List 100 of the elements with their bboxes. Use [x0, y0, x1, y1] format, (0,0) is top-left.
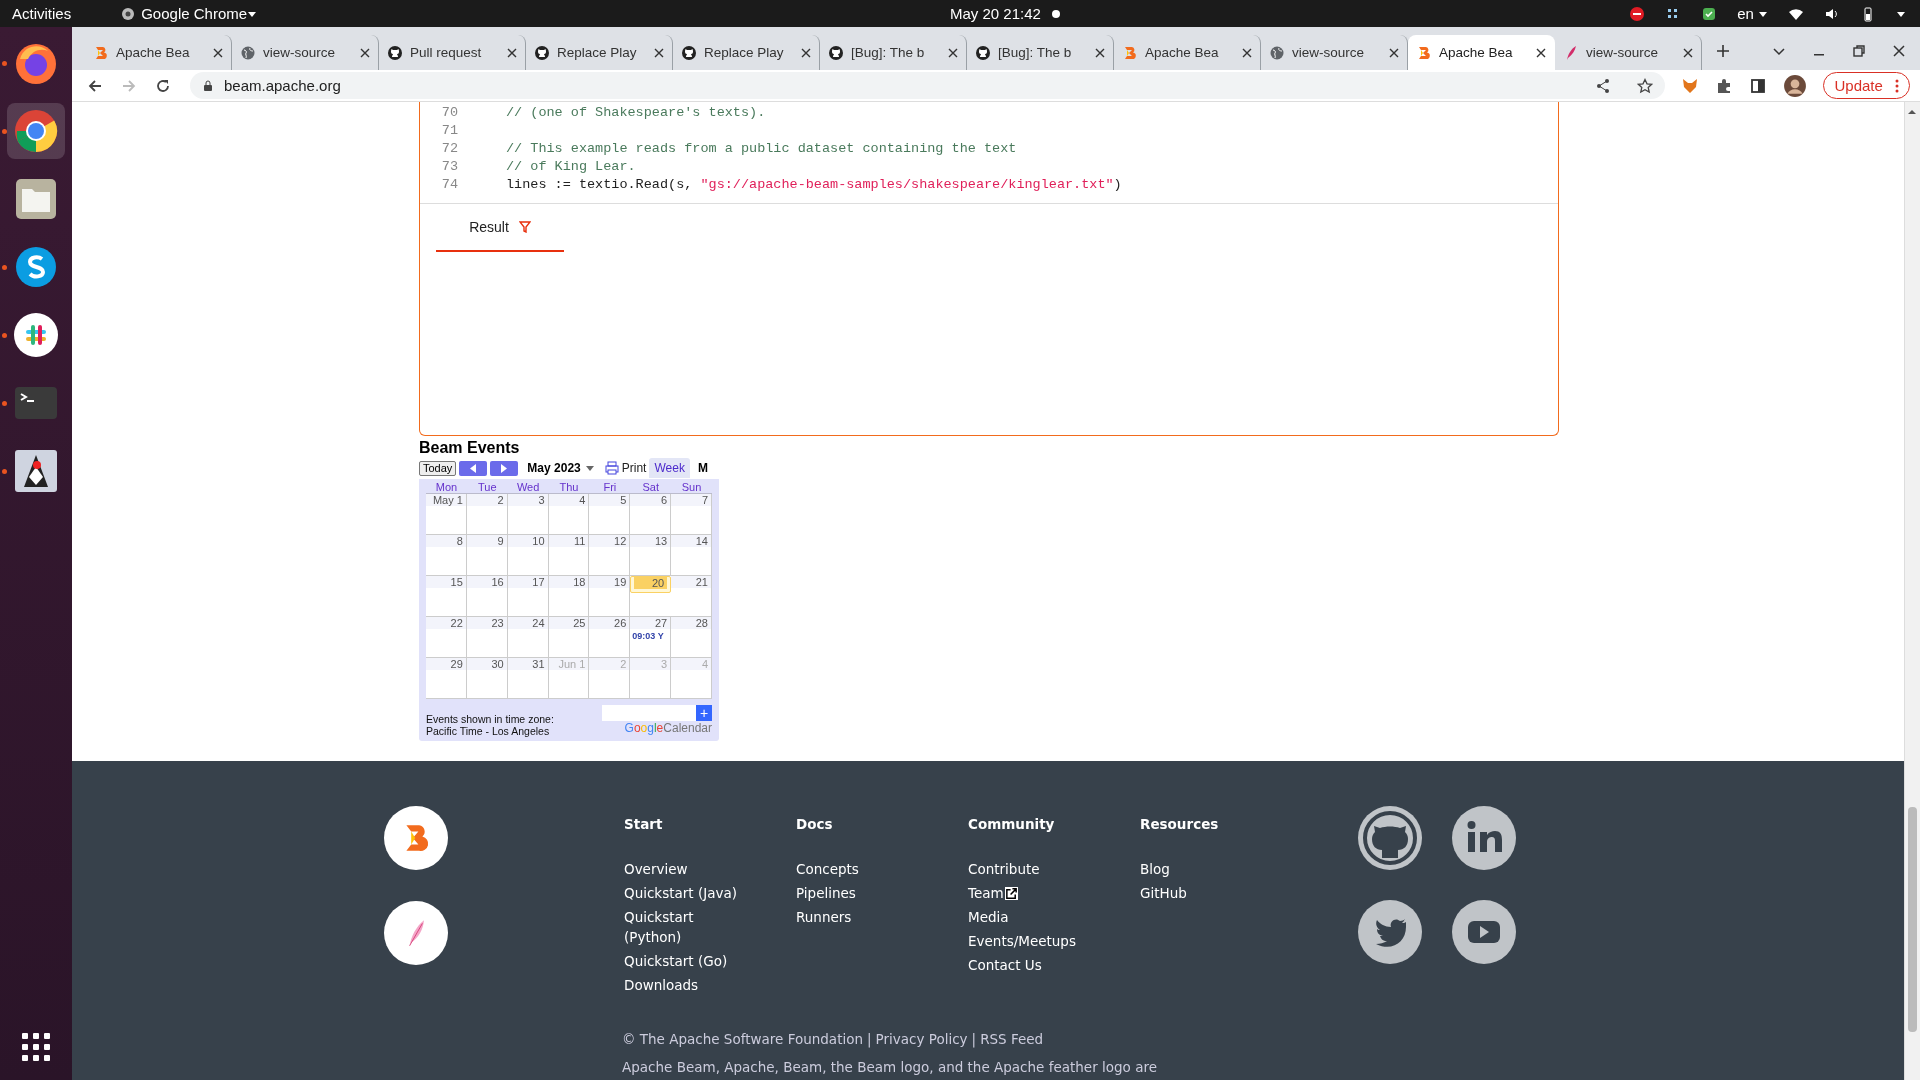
result-tab[interactable]: Result [436, 204, 564, 252]
shield-check-icon[interactable] [1701, 5, 1718, 22]
footer-link[interactable]: Overview [624, 859, 744, 879]
day-cell[interactable]: 26 [589, 617, 631, 657]
new-tab-icon[interactable] [1716, 44, 1730, 58]
github-icon[interactable] [1358, 806, 1422, 870]
footer-link[interactable]: Quickstart (Go) [624, 951, 744, 971]
footer-link[interactable]: Blog [1140, 859, 1260, 879]
close-tab-icon[interactable] [1683, 47, 1693, 58]
scrollbar[interactable] [1904, 102, 1920, 1080]
do-not-disturb-icon[interactable] [1629, 5, 1646, 22]
printer-icon[interactable] [604, 461, 619, 475]
add-button[interactable]: + [696, 705, 712, 721]
day-cell[interactable]: 18 [548, 576, 590, 616]
side-panel-icon[interactable] [1749, 76, 1768, 95]
footer-link[interactable]: Team [968, 883, 1088, 903]
play-icon[interactable] [1452, 900, 1516, 964]
day-cell[interactable]: 27 09:03 Y [630, 617, 672, 657]
view-tab[interactable]: Week [649, 458, 690, 478]
footer-link[interactable]: Media [968, 907, 1088, 927]
day-cell[interactable]: 6 [630, 494, 672, 534]
day-cell[interactable]: May 1 [426, 494, 467, 534]
day-cell[interactable]: 30 [466, 658, 508, 698]
linkedin-icon[interactable] [1452, 806, 1516, 870]
footer-link[interactable]: Pipelines [796, 883, 916, 903]
scroll-up-icon[interactable] [1907, 107, 1917, 117]
footer-link[interactable]: Quickstart (Java) [624, 883, 744, 903]
day-cell[interactable]: 21 [671, 576, 712, 616]
close-tab-icon[interactable] [1242, 47, 1252, 58]
day-cell[interactable]: 3 [507, 494, 549, 534]
fox-extension-icon[interactable] [1681, 76, 1700, 95]
close-tab-icon[interactable] [1389, 47, 1399, 58]
app-menu[interactable]: Google Chrome [121, 5, 248, 22]
footer-link[interactable]: Contribute [968, 859, 1088, 879]
day-cell[interactable]: 19 [589, 576, 631, 616]
caret-icon[interactable] [1758, 9, 1768, 19]
avatar-icon[interactable] [1783, 73, 1808, 98]
footer-link[interactable]: Contact Us [968, 955, 1088, 975]
day-cell[interactable]: 14 [671, 535, 712, 575]
day-cell[interactable]: 17 [507, 576, 549, 616]
day-cell[interactable]: 24 [507, 617, 549, 657]
next-button[interactable] [490, 460, 519, 476]
update-button[interactable]: Update [1823, 72, 1910, 99]
restore-icon[interactable] [1852, 44, 1866, 58]
day-cell[interactable]: 28 [671, 617, 712, 657]
weekday-label: Sat [641, 481, 660, 493]
day-cell[interactable]: 11 [548, 535, 590, 575]
day-cell[interactable]: 29 [426, 658, 467, 698]
previous-button[interactable] [459, 460, 488, 476]
dock-app-button[interactable] [7, 103, 65, 159]
close-tab-icon[interactable] [507, 47, 517, 58]
print-link[interactable]: Print [621, 461, 647, 475]
browser-tab[interactable]: Apache Bea [1408, 35, 1555, 70]
footer-link[interactable]: Quickstart (Python) [624, 907, 744, 947]
day-cell[interactable]: 25 [548, 617, 590, 657]
day-cell[interactable]: 4 [548, 494, 590, 534]
kebab-menu-icon[interactable] [1895, 79, 1899, 93]
today-button[interactable]: Today [419, 460, 457, 476]
day-cell[interactable]: 13 [630, 535, 672, 575]
star-icon[interactable] [1637, 77, 1654, 94]
day-cell[interactable]: 7 [671, 494, 712, 534]
close-tab-icon[interactable] [360, 47, 370, 58]
add-event-field[interactable] [602, 705, 696, 721]
language-selector[interactable]: en [1737, 5, 1768, 22]
day-cell[interactable]: 31 [507, 658, 549, 698]
day-cell[interactable]: 16 [466, 576, 508, 616]
event-entry[interactable]: 09:03 Y [630, 631, 671, 641]
footer-link[interactable]: GitHub [1140, 883, 1260, 903]
day-cell[interactable]: 5 [589, 494, 631, 534]
close-tab-icon[interactable] [1095, 47, 1105, 58]
close-tab-icon[interactable] [213, 47, 223, 58]
address-bar[interactable]: beam.apache.org [190, 72, 1666, 99]
bird-icon[interactable] [1358, 900, 1422, 964]
footer-link[interactable]: Concepts [796, 859, 916, 879]
close-tab-icon[interactable] [948, 47, 958, 58]
footer-link[interactable]: Downloads [624, 975, 744, 995]
activities-button[interactable]: Activities [12, 5, 72, 22]
app-grid-icon[interactable] [21, 1032, 51, 1062]
day-cell[interactable]: 12 [589, 535, 631, 575]
footer-link[interactable]: Runners [796, 907, 916, 927]
footer-link[interactable]: RSS Feed [980, 1031, 1044, 1047]
github-icon [387, 44, 403, 61]
day-cell[interactable]: 15 [426, 576, 467, 616]
day-cell[interactable]: 8 [426, 535, 467, 575]
day-cell[interactable]: 9 [466, 535, 508, 575]
day-cell[interactable]: 20 [630, 576, 672, 593]
day-cell[interactable]: 22 [426, 617, 467, 657]
close-tab-icon[interactable] [1536, 47, 1546, 58]
day-cell[interactable]: 10 [507, 535, 549, 575]
close-tab-icon[interactable] [801, 47, 811, 58]
close-tab-icon[interactable] [654, 47, 664, 58]
day-cell[interactable]: 23 [466, 617, 508, 657]
share-icon[interactable] [1595, 77, 1612, 94]
day-cell[interactable]: 2 [466, 494, 508, 534]
footer-link[interactable]: Privacy Policy [875, 1031, 968, 1047]
google-calendar-logo[interactable]: GoogleCalendar [624, 721, 712, 735]
clock[interactable]: May 20 21:42 [950, 5, 1041, 22]
scroll-thumb[interactable] [1908, 807, 1917, 1032]
footer-link[interactable]: Events/Meetups [968, 931, 1088, 951]
close-icon[interactable] [1892, 44, 1906, 58]
